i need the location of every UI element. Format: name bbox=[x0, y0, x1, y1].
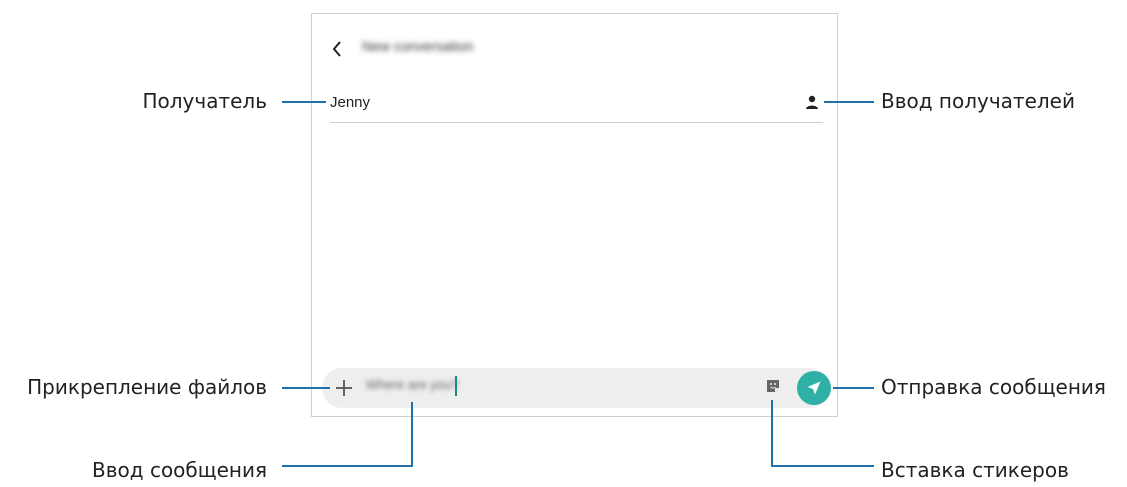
chevron-left-icon bbox=[332, 41, 341, 57]
callout-compose-line-vertical bbox=[411, 402, 413, 467]
callout-send-label: Отправка сообщения bbox=[881, 375, 1106, 399]
phone-screen bbox=[311, 13, 838, 417]
plus-icon bbox=[336, 380, 352, 396]
callout-attach-label: Прикрепление файлов bbox=[27, 375, 267, 399]
sticker-button[interactable] bbox=[765, 378, 781, 394]
send-button[interactable] bbox=[797, 371, 831, 405]
text-cursor bbox=[455, 376, 457, 396]
callout-stickers-label: Вставка стикеров bbox=[881, 458, 1069, 482]
callout-add-recipients-label: Ввод получателей bbox=[881, 89, 1075, 113]
callout-recipient-line bbox=[282, 101, 326, 103]
page-title: New conversation bbox=[362, 38, 474, 54]
back-button[interactable] bbox=[326, 38, 348, 60]
callout-stickers-line-horizontal bbox=[771, 465, 874, 467]
callout-send-line bbox=[833, 387, 874, 389]
callout-recipient-label: Получатель bbox=[142, 89, 268, 113]
attach-button[interactable] bbox=[332, 376, 356, 400]
message-input[interactable]: Where are you? bbox=[366, 377, 459, 392]
callout-stickers-line-vertical bbox=[771, 400, 773, 467]
sticker-icon bbox=[767, 380, 779, 392]
callout-compose-line-horizontal bbox=[282, 465, 413, 467]
recipient-divider bbox=[330, 122, 823, 123]
callout-attach-line bbox=[282, 387, 330, 389]
recipient-field[interactable]: Jenny bbox=[330, 94, 370, 111]
person-icon bbox=[806, 95, 818, 109]
add-recipients-button[interactable] bbox=[804, 94, 820, 110]
callout-add-recipients-line bbox=[824, 101, 874, 103]
callout-compose-label: Ввод сообщения bbox=[92, 458, 267, 482]
send-icon bbox=[807, 381, 821, 395]
